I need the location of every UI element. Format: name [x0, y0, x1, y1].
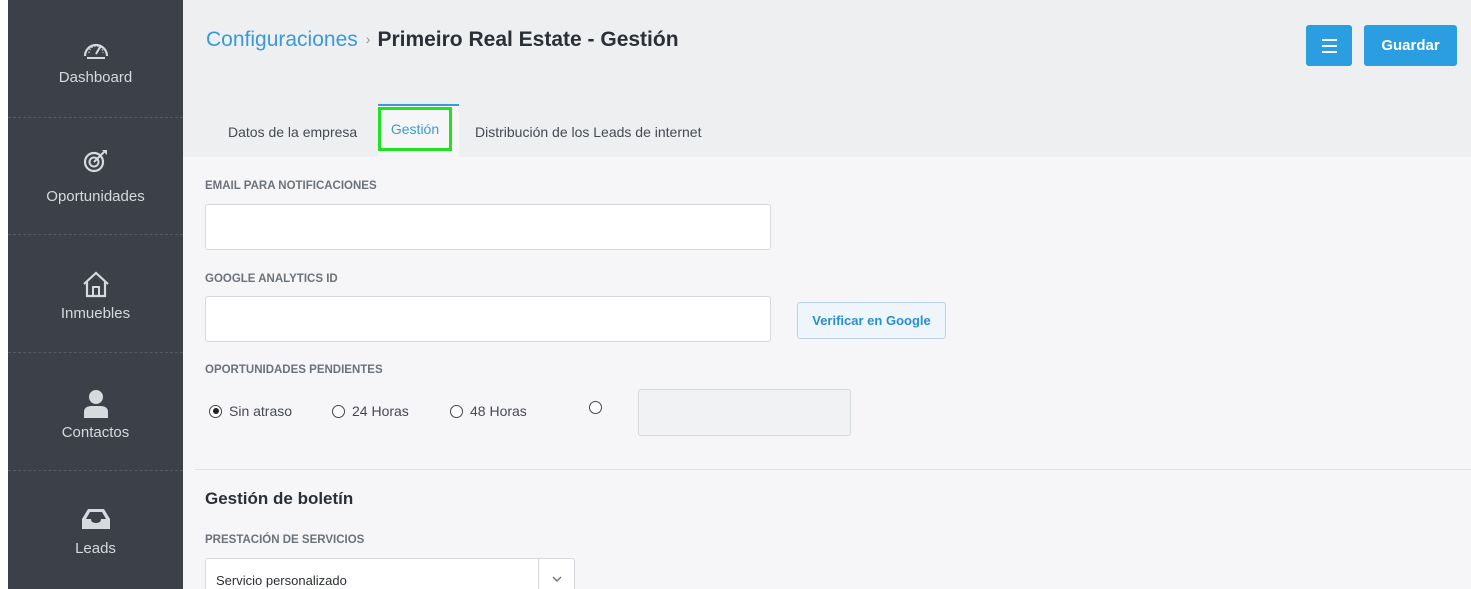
- radio-unchecked-icon: [589, 401, 602, 414]
- sidebar-item-contactos[interactable]: Contactos: [8, 353, 183, 470]
- sidebar-item-label: Contactos: [61, 424, 130, 441]
- custom-hours-input[interactable]: [638, 389, 851, 436]
- user-icon: [8, 388, 183, 418]
- service-select-value: Servicio personalizado: [216, 573, 347, 588]
- sidebar: Dashboard Oportunidades Inmuebles Contac…: [8, 0, 183, 589]
- page-header: Configuraciones › Primeiro Real Estate - G…: [183, 0, 1471, 157]
- tab-datos-empresa[interactable]: Datos de la empresa: [228, 124, 357, 140]
- dashboard-gauge-icon: [8, 36, 183, 60]
- pending-opportunities-label: OPORTUNIDADES PENDIENTES: [205, 364, 383, 376]
- breadcrumb-link-configuraciones[interactable]: Configuraciones: [206, 28, 358, 51]
- sidebar-item-oportunidades[interactable]: Oportunidades: [8, 118, 183, 235]
- newsletter-section-title: Gestión de boletín: [205, 489, 354, 508]
- radio-48-horas[interactable]: 48 Horas: [450, 403, 527, 419]
- radio-unchecked-icon: [450, 404, 463, 418]
- home-icon: [8, 270, 183, 298]
- radio-sin-atraso[interactable]: Sin atraso: [209, 403, 292, 419]
- service-select[interactable]: Servicio personalizado: [205, 558, 575, 589]
- menu-button[interactable]: [1306, 25, 1352, 66]
- page-title: Primeiro Real Estate - Gestión: [377, 28, 679, 51]
- radio-unchecked-icon: [332, 404, 345, 418]
- chevron-down-icon: [552, 572, 562, 586]
- tab-gestion[interactable]: Gestión: [378, 107, 452, 151]
- sidebar-item-label: Leads: [75, 540, 116, 557]
- sidebar-item-inmuebles[interactable]: Inmuebles: [8, 235, 183, 352]
- breadcrumb-separator: ›: [365, 31, 371, 47]
- sidebar-item-label: Inmuebles: [60, 305, 131, 322]
- sidebar-item-label: Dashboard: [58, 69, 133, 86]
- sidebar-item-label: Oportunidades: [46, 188, 145, 205]
- radio-checked-icon: [209, 404, 222, 418]
- save-button[interactable]: Guardar: [1364, 25, 1457, 66]
- email-label: EMAIL PARA NOTIFICACIONES: [205, 180, 377, 192]
- target-icon: [8, 149, 183, 173]
- verify-google-button[interactable]: Verificar en Google: [797, 302, 946, 339]
- hamburger-icon: [1321, 38, 1337, 41]
- sidebar-item-dashboard[interactable]: Dashboard: [8, 0, 183, 117]
- inbox-icon: [8, 507, 183, 531]
- radio-24-horas[interactable]: 24 Horas: [332, 403, 409, 419]
- section-divider: [195, 469, 1471, 470]
- radio-custom-hours[interactable]: [589, 401, 609, 414]
- breadcrumb: Configuraciones › Primeiro Real Estate - G…: [206, 28, 679, 52]
- sidebar-item-leads[interactable]: Leads: [8, 471, 183, 588]
- google-analytics-field[interactable]: [205, 296, 771, 342]
- tab-distribucion-leads[interactable]: Distribución de los Leads de internet: [475, 124, 701, 140]
- email-field[interactable]: [205, 204, 771, 250]
- google-analytics-label: GOOGLE ANALYTICS ID: [205, 273, 338, 285]
- settings-form: EMAIL PARA NOTIFICACIONES GOOGLE ANALYTI…: [183, 157, 1471, 589]
- service-label: PRESTACIÓN DE SERVICIOS: [205, 534, 365, 546]
